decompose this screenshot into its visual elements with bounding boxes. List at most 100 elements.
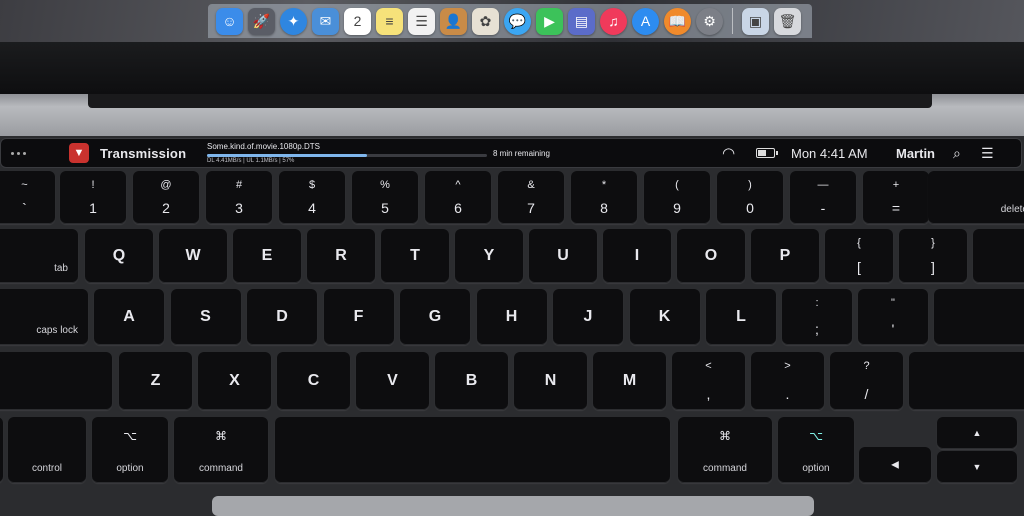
reminders-icon[interactable]: ☰ <box>408 7 435 35</box>
trackpad[interactable] <box>212 496 814 516</box>
key-shift-left[interactable] <box>0 352 112 410</box>
key-bracket-0[interactable]: {[ <box>825 229 893 283</box>
key-3[interactable]: #3 <box>206 171 272 224</box>
safari-icon[interactable]: ✦ <box>280 7 307 35</box>
key-o[interactable]: O <box>677 229 745 283</box>
key-delete[interactable]: delete <box>928 171 1024 224</box>
key-arrow-up[interactable]: ▲ <box>937 417 1017 449</box>
contacts-icon[interactable]: 👤 <box>440 7 467 35</box>
key-1[interactable]: ! 1 <box>60 171 126 224</box>
mail-icon[interactable]: ✉ <box>312 7 339 35</box>
preview-icon[interactable]: ▣ <box>742 7 769 35</box>
key-bracket-1[interactable]: }] <box>899 229 967 283</box>
app-store-icon[interactable]: A <box>632 7 659 35</box>
launchpad-icon[interactable]: 🚀 <box>248 7 275 35</box>
key-z[interactable]: Z <box>119 352 192 410</box>
ibooks-icon[interactable]: 📖 <box>664 7 691 35</box>
touch-bar-dots-icon[interactable] <box>11 139 26 167</box>
key-=[interactable]: + = <box>863 171 929 224</box>
notification-center-icon[interactable]: ☰ <box>981 139 994 167</box>
wifi-icon[interactable]: ◠ <box>722 139 735 167</box>
key-i[interactable]: I <box>603 229 671 283</box>
key-symbol: = <box>891 200 901 216</box>
key-6[interactable]: ^ 6 <box>425 171 491 224</box>
key-l[interactable]: L <box>706 289 776 345</box>
key-0[interactable]: ) 0 <box>717 171 783 224</box>
key-fn[interactable] <box>0 417 3 483</box>
key-arrow-left[interactable]: ◀ <box>859 447 931 483</box>
touch-bar: ▼ Transmission Some.kind.of.movie.1080p.… <box>0 138 1022 168</box>
trash-icon[interactable]: 🗑 <box>774 7 801 35</box>
key-letter: P <box>779 247 791 264</box>
key-punct-0[interactable]: :; <box>782 289 852 345</box>
key-backslash[interactable] <box>973 229 1024 283</box>
user-name[interactable]: Martin <box>896 139 935 167</box>
key-2[interactable]: @2 <box>133 171 199 224</box>
key-control[interactable]: control <box>8 417 86 483</box>
key-shift-symbol: < <box>705 360 712 372</box>
messages-icon[interactable]: 💬 <box>504 7 531 35</box>
key-4[interactable]: $4 <box>279 171 345 224</box>
key-punct4-1[interactable]: >. <box>751 352 824 410</box>
key-shift-symbol: + <box>892 179 900 191</box>
key-r[interactable]: R <box>307 229 375 283</box>
key-option-right[interactable]: ⌥ option <box>778 417 854 483</box>
system-preferences-icon[interactable]: ⚙ <box>696 7 723 35</box>
key-j[interactable]: J <box>553 289 623 345</box>
key-arrow-down[interactable]: ▼ <box>937 451 1017 483</box>
facetime-icon[interactable]: ▶ <box>536 7 563 35</box>
key-k[interactable]: K <box>629 289 700 345</box>
key-c[interactable]: C <box>277 352 350 410</box>
key-shift-symbol: ~ <box>21 179 28 191</box>
key-u[interactable]: U <box>529 229 597 283</box>
photos-icon[interactable]: ✿ <box>472 7 499 35</box>
key-command-right[interactable]: ⌘ command <box>678 417 772 483</box>
key-letter: G <box>428 308 442 325</box>
key-tab[interactable]: tab <box>0 229 78 283</box>
key-punct4-2[interactable]: ? / <box>830 352 903 410</box>
key-7[interactable]: & 7 <box>498 171 564 224</box>
key-g[interactable]: G <box>400 289 470 345</box>
key-shift-symbol: — <box>817 179 829 191</box>
key-5[interactable]: % 5 <box>352 171 418 224</box>
spotlight-search-icon[interactable]: ⌕ <box>953 139 961 167</box>
key-return[interactable] <box>934 289 1024 345</box>
key-punct-1[interactable]: " ' <box>858 289 928 345</box>
key-p[interactable]: P <box>751 229 819 283</box>
key-9[interactable]: (9 <box>644 171 710 224</box>
key--[interactable]: — - <box>790 171 856 224</box>
key-b[interactable]: B <box>435 352 508 410</box>
key-v[interactable]: V <box>356 352 429 410</box>
key-q[interactable]: Q <box>85 229 153 283</box>
key-w[interactable]: W <box>159 229 227 283</box>
key-n[interactable]: N <box>514 352 587 410</box>
key-caps-lock[interactable]: caps lock <box>0 289 88 345</box>
key-letter: M <box>622 372 637 389</box>
key-letter: E <box>261 247 273 264</box>
notes-icon[interactable]: ≡ <box>376 7 403 35</box>
key-f[interactable]: F <box>323 289 394 345</box>
key-shift-right[interactable] <box>909 352 1024 410</box>
key-space[interactable] <box>275 417 670 483</box>
key-`[interactable]: ~ ` <box>0 171 55 224</box>
keynote-icon[interactable]: ▤ <box>568 7 595 35</box>
menu-clock[interactable]: Mon 4:41 AM <box>791 139 868 167</box>
calendar-icon[interactable]: 2 <box>344 7 371 35</box>
key-d[interactable]: D <box>247 289 317 345</box>
key-punct4-0[interactable]: <, <box>672 352 745 410</box>
key-e[interactable]: E <box>233 229 301 283</box>
key-t[interactable]: T <box>381 229 449 283</box>
key-letter: K <box>658 308 671 325</box>
battery-icon[interactable] <box>756 139 778 167</box>
key-x[interactable]: X <box>198 352 271 410</box>
key-h[interactable]: H <box>476 289 547 345</box>
key-y[interactable]: Y <box>455 229 523 283</box>
finder-icon[interactable]: ☺ <box>216 7 243 35</box>
key-command-left[interactable]: ⌘ command <box>174 417 268 483</box>
key-s[interactable]: S <box>170 289 241 345</box>
key-a[interactable]: A <box>94 289 164 345</box>
key-8[interactable]: * 8 <box>571 171 637 224</box>
itunes-icon[interactable]: ♫ <box>600 7 627 35</box>
key-m[interactable]: M <box>593 352 666 410</box>
key-option-left[interactable]: ⌥ option <box>92 417 168 483</box>
